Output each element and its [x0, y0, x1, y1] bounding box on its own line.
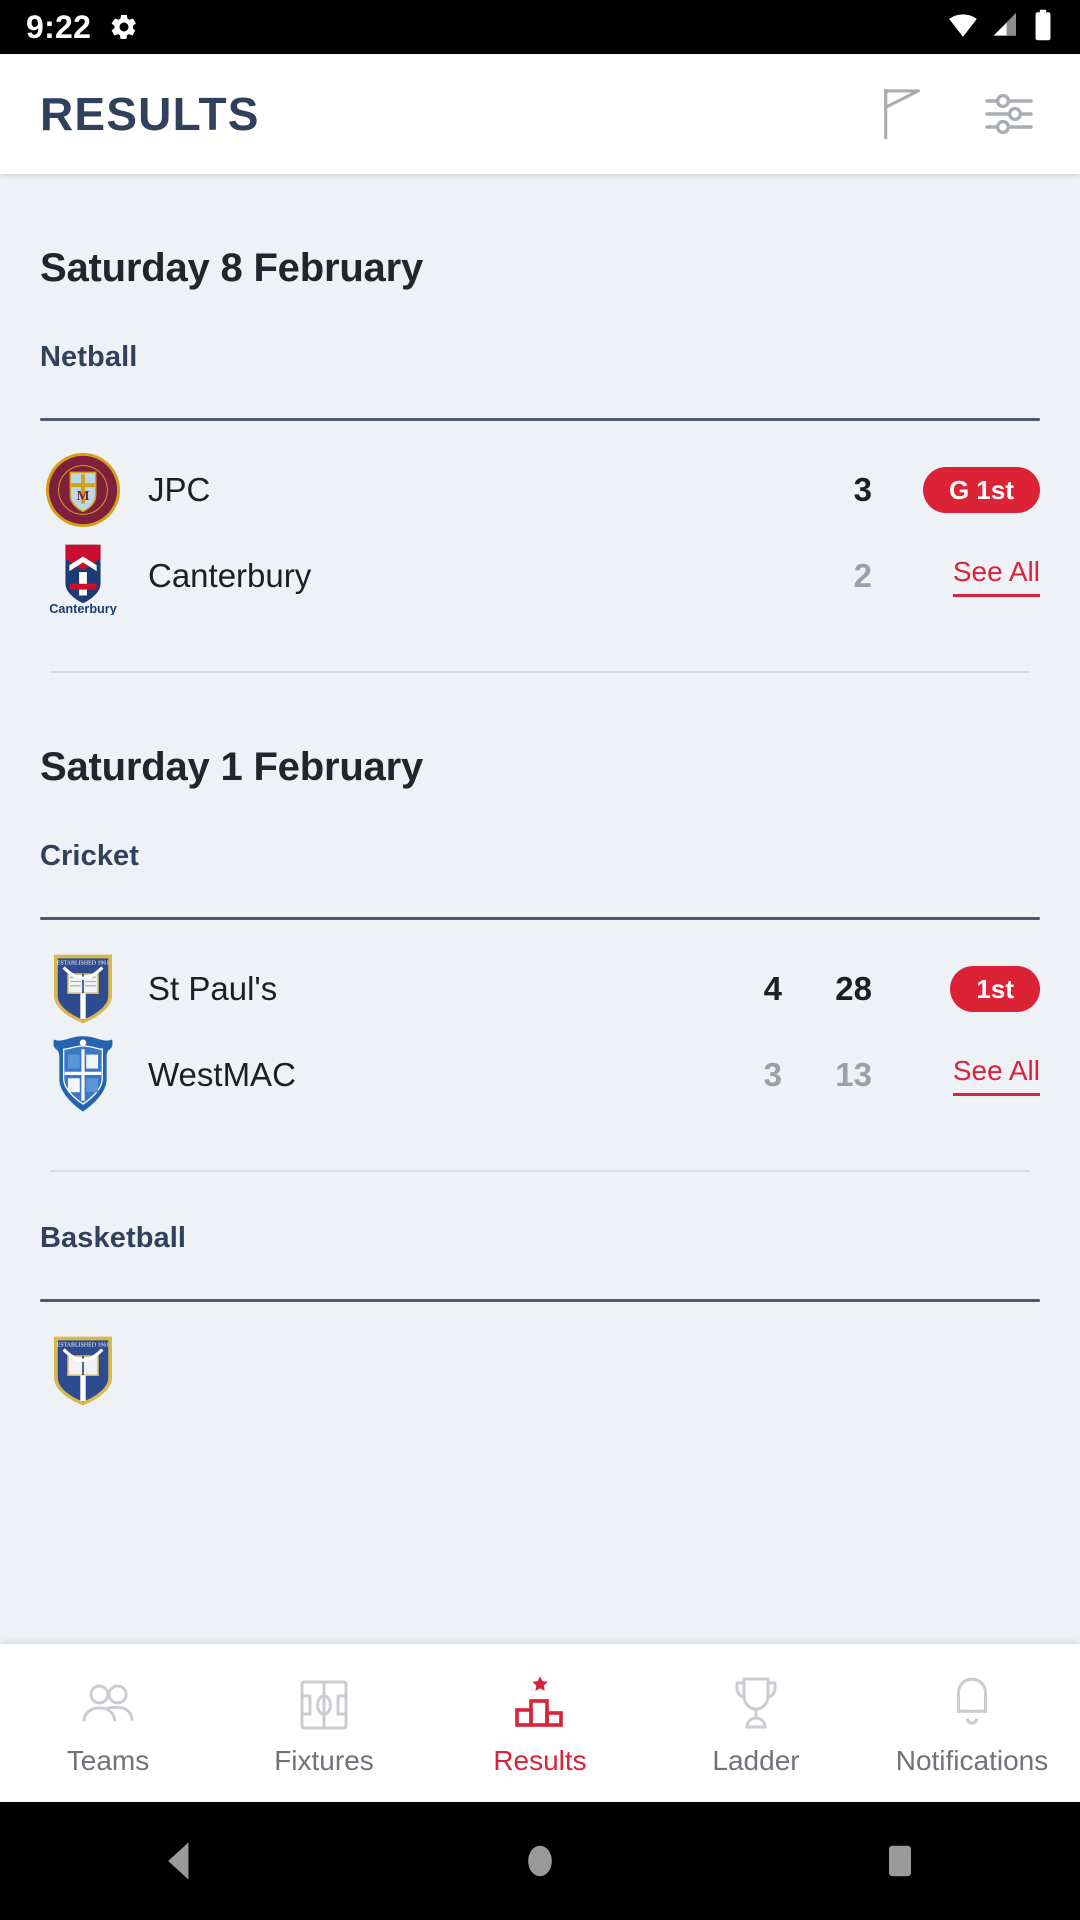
nav-item-notifications[interactable]: Notifications	[864, 1669, 1080, 1777]
see-all-link[interactable]: See All	[952, 556, 1040, 597]
sport-group-cricket: Cricket ESTABLISHED 1961 St Paul's 4 28 …	[40, 840, 1040, 1118]
svg-text:Canterbury: Canterbury	[49, 602, 117, 615]
nav-label: Results	[493, 1745, 587, 1776]
nav-item-fixtures[interactable]: Fixtures	[216, 1669, 432, 1777]
canterbury-crest-icon: Canterbury	[40, 537, 126, 615]
table-row[interactable]: ESTABLISHED 1961 St Paul's 4 28 1st	[40, 946, 1040, 1032]
table-row[interactable]: WestMAC 3 13 See All	[40, 1032, 1040, 1118]
cellular-signal-icon	[990, 10, 1022, 45]
results-date-section: Saturday 1 February Cricket ESTABLISHED …	[40, 673, 1040, 1414]
row-tail	[872, 1352, 1040, 1390]
svg-text:ESTABLISHED 1961: ESTABLISHED 1961	[57, 1342, 110, 1348]
gear-icon	[109, 12, 139, 42]
sport-heading: Netball	[40, 341, 138, 373]
recents-button[interactable]	[840, 1802, 960, 1920]
team-name: St Paul's	[148, 970, 278, 1007]
bottom-navigation: Teams Fixtures Results Ladder Notificati…	[0, 1644, 1080, 1802]
app-screen: 9:22 RESULTS Saturday 8 February Netball…	[0, 0, 1080, 1920]
nav-label: Teams	[66, 1745, 150, 1776]
system-navigation-bar	[0, 1802, 1080, 1920]
table-row[interactable]: Canterbury Canterbury 2 See All	[40, 533, 1040, 619]
filter-sliders-icon[interactable]	[978, 83, 1040, 145]
app-bar-actions	[872, 83, 1040, 145]
team-score: 2	[853, 557, 872, 594]
status-bar-time: 9:22	[26, 8, 92, 45]
team-runs: 13	[835, 1056, 872, 1093]
date-heading: Saturday 8 February	[40, 246, 424, 290]
team-name: WestMAC	[148, 1056, 296, 1093]
app-bar: RESULTS	[0, 54, 1080, 174]
nav-label: Fixtures	[274, 1745, 374, 1776]
nav-label: Ladder	[712, 1745, 800, 1776]
stpauls-crest-icon: ESTABLISHED 1961	[40, 1328, 126, 1414]
battery-icon	[1032, 9, 1054, 46]
see-all-link[interactable]: See All	[952, 1055, 1040, 1096]
westmac-crest-icon	[40, 1032, 126, 1118]
sport-group-netball: Netball M JPC 3 G 1st Canterbury Canterb…	[40, 341, 1040, 619]
page-title: RESULTS	[40, 88, 260, 140]
wifi-icon	[946, 10, 980, 45]
table-row[interactable]: ESTABLISHED 1961	[40, 1328, 1040, 1414]
nav-item-results[interactable]: Results	[432, 1669, 648, 1777]
team-runs: 28	[835, 970, 872, 1007]
team-wickets: 3	[763, 1056, 782, 1093]
results-scroll-area[interactable]: Saturday 8 February Netball M JPC 3 G 1s…	[0, 174, 1080, 1644]
nav-item-ladder[interactable]: Ladder	[648, 1669, 864, 1777]
team-wickets: 4	[763, 970, 782, 1007]
team-score: 3	[853, 471, 872, 508]
date-heading: Saturday 1 February	[40, 745, 424, 789]
nav-item-teams[interactable]: Teams	[0, 1669, 216, 1777]
status-bar: 9:22	[0, 0, 1080, 54]
svg-text:M: M	[77, 488, 90, 503]
row-tail: G 1st	[872, 467, 1040, 513]
sport-group-basketball: Basketball ESTABLISHED 1961	[40, 1222, 1040, 1414]
status-badge: G 1st	[922, 467, 1040, 513]
row-tail: 1st	[872, 966, 1040, 1012]
table-row[interactable]: M JPC 3 G 1st	[40, 447, 1040, 533]
field-icon	[297, 1669, 351, 1731]
flag-icon[interactable]	[872, 83, 934, 145]
jpc-crest-icon: M	[40, 451, 126, 529]
people-icon	[79, 1669, 137, 1731]
sport-heading: Basketball	[40, 1222, 187, 1254]
section-separator	[50, 1170, 1030, 1172]
row-tail: See All	[872, 556, 1040, 597]
home-button[interactable]	[480, 1802, 600, 1920]
team-name: Canterbury	[148, 557, 312, 594]
row-tail: See All	[872, 1055, 1040, 1096]
nav-label: Notifications	[895, 1745, 1049, 1776]
podium-star-icon	[512, 1669, 568, 1731]
match-card[interactable]: M JPC 3 G 1st Canterbury Canterbury 2 Se…	[40, 421, 1040, 619]
see-all-link[interactable]	[1032, 1352, 1040, 1390]
status-bar-icons	[946, 9, 1054, 46]
trophy-icon	[729, 1669, 783, 1731]
status-badge: 1st	[950, 966, 1040, 1012]
back-button[interactable]	[120, 1802, 240, 1920]
results-date-section: Saturday 8 February Netball M JPC 3 G 1s…	[40, 174, 1040, 673]
team-name: JPC	[148, 471, 211, 508]
match-card[interactable]: ESTABLISHED 1961	[40, 1302, 1040, 1414]
sport-heading: Cricket	[40, 840, 140, 872]
svg-text:ESTABLISHED 1961: ESTABLISHED 1961	[57, 960, 110, 966]
bell-icon	[946, 1669, 998, 1731]
match-card[interactable]: ESTABLISHED 1961 St Paul's 4 28 1st West…	[40, 920, 1040, 1118]
stpauls-crest-icon: ESTABLISHED 1961	[40, 946, 126, 1032]
